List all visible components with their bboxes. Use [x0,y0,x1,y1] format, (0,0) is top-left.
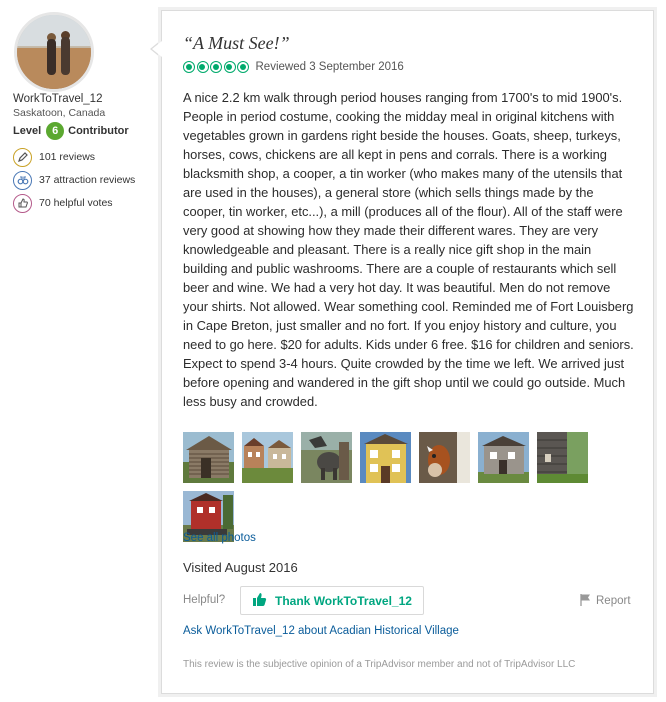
rating-bubble [223,61,236,73]
stat-reviews-text: 101 reviews [39,151,96,163]
thank-button[interactable]: Thank WorkToTravel_12 [240,586,424,615]
rating-bubble [210,61,222,73]
photo-thumbnail[interactable] [478,432,529,483]
see-all-photos-link[interactable]: See all photos [183,532,256,544]
stat-reviews: 101 reviews [13,147,95,167]
review-title[interactable]: “A Must See!” [183,33,290,54]
thank-button-label: Thank WorkToTravel_12 [275,593,412,608]
thumbs-up-icon [13,193,32,213]
reviewer-username[interactable]: WorkToTravel_12 [13,93,102,105]
flag-icon [579,593,596,609]
ask-reviewer-link[interactable]: Ask WorkToTravel_12 about Acadian Histor… [183,625,459,637]
rating-bubble [196,61,209,73]
report-label: Report [596,595,631,607]
reviewed-date: Reviewed 3 September 2016 [255,61,404,73]
level-prefix: Level [13,125,42,137]
review-card: “A Must See!” Reviewed 3 September 2016 … [161,10,654,694]
stat-helpful-votes-text: 70 helpful votes [39,197,113,209]
photo-thumbnail[interactable] [419,432,470,483]
visited-date: Visited August 2016 [183,560,298,575]
card-pointer-inner [152,41,162,57]
stat-helpful-votes: 70 helpful votes [13,193,113,213]
rating-bubble [183,61,195,73]
photo-thumbnail[interactable] [183,432,234,483]
thumbs-up-icon [252,592,275,610]
level-suffix: Contributor [68,125,129,137]
pencil-icon [13,147,32,167]
photo-thumbnail[interactable] [537,432,588,483]
stat-attraction-reviews-text: 37 attraction reviews [39,174,136,186]
binoculars-icon [13,170,32,190]
stat-attraction-reviews: 37 attraction reviews [13,170,135,190]
rating-bubble [237,61,249,73]
review-body: A nice 2.2 km walk through period houses… [183,90,634,409]
review-disclaimer: This review is the subjective opinion of… [183,659,576,670]
photo-thumbnail[interactable] [301,432,352,483]
reviewer-location: Saskatoon, Canada [13,107,106,119]
contributor-level: Level 6 Contributor [13,121,129,141]
helpful-label: Helpful? [183,594,226,606]
report-link[interactable]: Report [579,593,631,609]
photo-thumbnail[interactable] [242,432,293,483]
level-badge: 6 [46,122,65,140]
avatar[interactable] [14,12,94,92]
photo-thumbnail[interactable] [360,432,411,483]
rating-row: Reviewed 3 September 2016 [183,60,404,74]
